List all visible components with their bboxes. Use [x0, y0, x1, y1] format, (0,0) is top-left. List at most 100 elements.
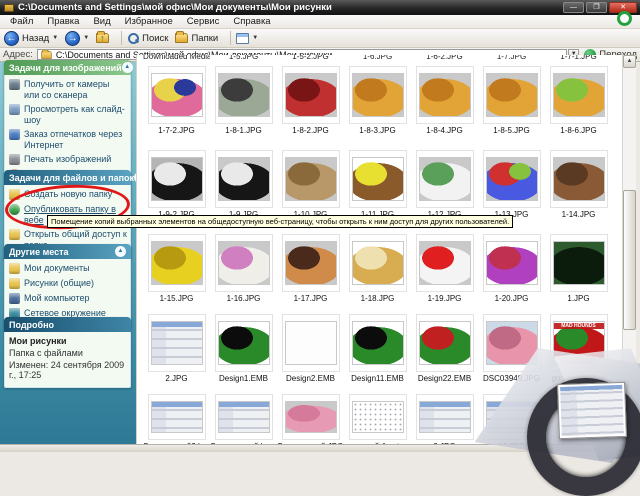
thumbnail-frame[interactable]	[415, 314, 474, 372]
menu-item-избранное[interactable]: Избранное	[119, 15, 179, 28]
thumbnail-frame[interactable]	[281, 314, 340, 372]
forward-button[interactable]: → ▼	[65, 30, 89, 46]
thumbnail-frame[interactable]	[415, 66, 474, 124]
file-thumbnail-1-20.JPG[interactable]: 1-20.JPG	[478, 234, 545, 303]
file-thumbnail-1-9-2.JPG[interactable]: 1-9-2.JPG	[143, 150, 210, 219]
collapse-chevron-icon[interactable]: ▲	[115, 246, 126, 257]
picture-task-item[interactable]: Печать изображений	[9, 154, 127, 165]
file-thumbnail-Безымянный.JPG[interactable]: Безымянный.JPG	[277, 394, 344, 451]
thumbnail-frame[interactable]	[281, 394, 340, 440]
search-button[interactable]: Поиск	[127, 32, 168, 44]
file-thumbnail-DSC03949.JPG[interactable]: DSC03949.JPG	[478, 314, 545, 383]
file-thumbnail-1-12.JPG[interactable]: 1-12.JPG	[411, 150, 478, 219]
thumbnail-frame[interactable]	[147, 66, 206, 124]
file-tasks-header[interactable]: Задачи для файлов и папок ▲	[4, 170, 146, 185]
picture-tasks-header[interactable]: Задачи для изображений ▲	[4, 60, 133, 75]
thumbnail-frame[interactable]	[415, 394, 474, 440]
thumbnail-frame[interactable]	[147, 394, 206, 440]
file-thumbnail-Design11.EMB[interactable]: Design11.EMB	[344, 314, 411, 383]
file-thumbnail-1-17.JPG[interactable]: 1-17.JPG	[277, 234, 344, 303]
file-thumbnail-2.JPG[interactable]: 2.JPG	[143, 314, 210, 383]
thumbnail-frame[interactable]	[482, 150, 541, 208]
file-thumbnail-1-16.JPG[interactable]: 1-16.JPG	[210, 234, 277, 303]
thumbnail-frame[interactable]	[348, 234, 407, 292]
thumbnail-frame[interactable]	[549, 150, 608, 208]
file-thumbnail-1-8-3.JPG[interactable]: 1-8-3.JPG	[344, 66, 411, 135]
thumbnail-frame[interactable]	[549, 234, 608, 292]
thumbnail-frame[interactable]	[214, 314, 273, 372]
views-dropdown-icon[interactable]: ▼	[252, 35, 258, 41]
menu-item-правка[interactable]: Правка	[41, 15, 85, 28]
thumbnail-frame[interactable]	[147, 234, 206, 292]
thumbnail-frame[interactable]	[214, 394, 273, 440]
thumbnail-frame[interactable]	[214, 66, 273, 124]
thumbnail-frame[interactable]	[214, 234, 273, 292]
thumbnail-frame[interactable]	[482, 394, 541, 440]
thumbnail-frame[interactable]	[482, 314, 541, 372]
thumbnail-frame[interactable]	[348, 394, 407, 440]
file-thumbnail-1-14.JPG[interactable]: 1-14.JPG	[545, 150, 612, 219]
file-thumbnail-1-10.JPG[interactable]: 1-10.JPG	[277, 150, 344, 219]
picture-task-item[interactable]: Просмотреть как слайд-шоу	[9, 104, 127, 125]
file-thumbnail-1-18.JPG[interactable]: 1-18.JPG	[344, 234, 411, 303]
file-thumbnail-Безымянный.bmp[interactable]: Безымянный.bmp	[210, 394, 277, 451]
picture-task-item[interactable]: Получить от камеры или со сканера	[9, 79, 127, 100]
file-thumbnail-Design22.EMB[interactable]: Design22.EMB	[411, 314, 478, 383]
thumbnail-frame[interactable]	[214, 150, 273, 208]
file-thumbnail-10.JPG[interactable]: 10.JPG	[478, 394, 545, 451]
thumbnail-frame[interactable]	[147, 314, 206, 372]
scroll-down-icon[interactable]: ▼	[623, 431, 636, 444]
views-button[interactable]: ▼	[236, 32, 258, 44]
thumbnail-frame[interactable]	[348, 66, 407, 124]
back-dropdown-icon[interactable]: ▼	[52, 35, 58, 41]
file-thumbnail-9.JPG[interactable]: 9.JPG	[411, 394, 478, 451]
other-place-item[interactable]: Мой компьютер	[9, 293, 127, 304]
up-button[interactable]: ↑	[96, 31, 110, 43]
other-place-item[interactable]: Рисунки (общие)	[9, 278, 127, 289]
thumbnail-frame[interactable]	[348, 150, 407, 208]
thumbnail-frame[interactable]	[415, 150, 474, 208]
file-thumbnail-gonchaya.EMB[interactable]: MAD HOUNDS gonchaya.EMB	[545, 314, 612, 383]
minimize-button[interactable]: —	[563, 2, 584, 13]
collapse-chevron-icon[interactable]: ▲	[121, 62, 133, 73]
folders-button[interactable]: Папки	[175, 31, 218, 44]
thumbnail-frame[interactable]	[482, 66, 541, 124]
picture-task-item[interactable]: Заказ отпечатков через Интернет	[9, 129, 127, 150]
file-thumbnail-1-8-1.JPG[interactable]: 1-8-1.JPG	[210, 66, 277, 135]
file-thumbnail-1-19.JPG[interactable]: 1-19.JPG	[411, 234, 478, 303]
thumbnail-frame[interactable]: MAD HOUNDS	[549, 314, 608, 372]
thumbnail-frame[interactable]	[147, 150, 206, 208]
thumbnail-frame[interactable]	[281, 66, 340, 124]
thumbnail-frame[interactable]	[549, 66, 608, 124]
file-thumbnail-1-8-5.JPG[interactable]: 1-8-5.JPG	[478, 66, 545, 135]
other-place-item[interactable]: Мои документы	[9, 263, 127, 274]
file-thumbnail-новый-1.cpt[interactable]: новый-1.cpt	[344, 394, 411, 451]
back-button[interactable]: ← Назад ▼	[4, 30, 58, 46]
forward-dropdown-icon[interactable]: ▼	[83, 35, 89, 41]
menu-item-файл[interactable]: Файл	[4, 15, 39, 28]
vertical-scrollbar[interactable]: ▲ ▼	[622, 55, 636, 444]
thumbnail-frame[interactable]	[415, 234, 474, 292]
file-thumbnail-1-13.JPG[interactable]: 1-13.JPG	[478, 150, 545, 219]
details-header[interactable]: Подробно	[4, 317, 131, 332]
other-places-header[interactable]: Другие места ▲	[4, 244, 131, 259]
thumbnail-frame[interactable]	[281, 234, 340, 292]
thumbnail-frame[interactable]	[482, 234, 541, 292]
file-thumbnail-1-9.JPG[interactable]: 1-9.JPG	[210, 150, 277, 219]
file-thumbnail-Design2.EMB[interactable]: Design2.EMB	[277, 314, 344, 383]
thumbnail-frame[interactable]	[348, 314, 407, 372]
file-thumbnail-Безымянный2.bmp[interactable]: Безымянный2.bmp	[143, 394, 210, 451]
menu-item-сервис[interactable]: Сервис	[181, 15, 226, 28]
file-thumbnail-1-11.JPG[interactable]: 1-11.JPG	[344, 150, 411, 219]
scroll-up-icon[interactable]: ▲	[623, 55, 636, 68]
file-thumbnail-Design1.EMB[interactable]: Design1.EMB	[210, 314, 277, 383]
file-thumbnail-1-8-4.JPG[interactable]: 1-8-4.JPG	[411, 66, 478, 135]
maximize-button[interactable]: ❐	[586, 2, 607, 13]
file-thumbnail-1-15.JPG[interactable]: 1-15.JPG	[143, 234, 210, 303]
thumbnail-frame[interactable]	[281, 150, 340, 208]
menu-item-вид[interactable]: Вид	[87, 15, 116, 28]
file-thumbnail-1.JPG[interactable]: 1.JPG	[545, 234, 612, 303]
file-thumbnail-1-8-6.JPG[interactable]: 1-8-6.JPG	[545, 66, 612, 135]
menu-item-справка[interactable]: Справка	[227, 15, 276, 28]
scrollbar-thumb[interactable]	[623, 190, 636, 330]
